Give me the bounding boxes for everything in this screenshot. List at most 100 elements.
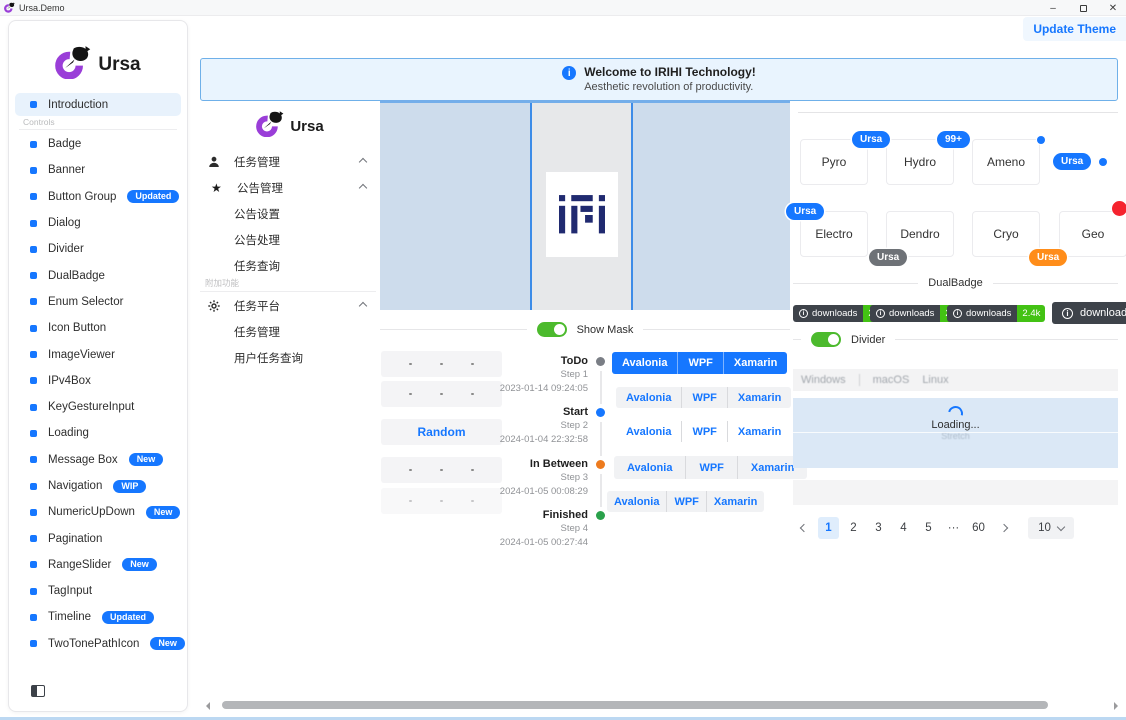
- sidebar-item-loading[interactable]: Loading: [9, 420, 187, 446]
- ursa-logo-icon: [55, 46, 91, 84]
- sidebar-collapse-icon[interactable]: [31, 685, 45, 697]
- viewer-mask-left: [380, 103, 530, 310]
- sidebar-item-keygestureinput[interactable]: KeyGestureInput: [9, 394, 187, 420]
- octet-dot: [440, 469, 443, 472]
- show-mask-toggle[interactable]: [537, 322, 567, 337]
- avalonia-button[interactable]: Avalonia: [616, 421, 681, 442]
- avalonia-button[interactable]: Avalonia: [607, 491, 666, 512]
- sidebar-item-introduction[interactable]: Introduction: [15, 93, 181, 116]
- page-button-3[interactable]: 3: [868, 517, 889, 539]
- sidebar-section-label: Controls: [23, 117, 55, 127]
- sidebar-item-navigation[interactable]: NavigationWIP: [9, 473, 187, 499]
- sidebar-item-message-box[interactable]: Message BoxNew: [9, 447, 187, 473]
- bullet-icon: [30, 561, 37, 568]
- count-badge: 99+: [937, 131, 970, 148]
- dual-badge-left-label: downloads: [966, 308, 1011, 319]
- tab-windows[interactable]: Windows: [801, 374, 846, 386]
- divider-toggle[interactable]: [811, 332, 841, 347]
- sidebar-item-label: ImageViewer: [48, 349, 115, 361]
- page-button-2[interactable]: 2: [843, 517, 864, 539]
- page-ellipsis[interactable]: ···: [943, 517, 964, 539]
- menu-item-task-query[interactable]: 任务查询: [200, 254, 378, 278]
- maximize-button[interactable]: [1072, 0, 1094, 16]
- menu-group-task-management[interactable]: 任务管理: [200, 150, 378, 174]
- bullet-icon: [30, 535, 37, 542]
- sidebar-item-dualbadge[interactable]: DualBadge: [9, 262, 187, 288]
- wpf-button[interactable]: WPF: [681, 421, 726, 442]
- pagination: 1 2 3 4 5 ··· 60 10: [793, 517, 1074, 539]
- page-size-select[interactable]: 10: [1028, 517, 1074, 539]
- menu-item-user-task-query[interactable]: 用户任务查询: [200, 346, 378, 370]
- menu-item-announcement-settings[interactable]: 公告设置: [200, 202, 378, 226]
- wpf-button[interactable]: WPF: [685, 456, 736, 479]
- bullet-icon: [30, 588, 37, 595]
- viewer-crop-left-line[interactable]: [530, 103, 532, 310]
- nav-demo-logo: Ursa: [200, 110, 380, 142]
- sidebar-item-timeline[interactable]: TimelineUpdated: [9, 604, 187, 630]
- sidebar-item-pagination[interactable]: Pagination: [9, 525, 187, 551]
- button-group-borderless: Avalonia WPF Xamarin: [616, 421, 791, 442]
- dual-badge-right: 2.4k: [1017, 305, 1045, 322]
- viewer-crop-right-line[interactable]: [631, 103, 633, 310]
- timeline-step: Step 3: [473, 471, 588, 485]
- timeline-dot-todo: [596, 357, 605, 366]
- page-button-4[interactable]: 4: [893, 517, 914, 539]
- close-button[interactable]: ✕: [1102, 0, 1124, 16]
- dot-badge: [1037, 136, 1045, 144]
- wpf-button[interactable]: WPF: [666, 491, 705, 512]
- scroll-left-arrow[interactable]: [202, 702, 210, 710]
- avalonia-button[interactable]: Avalonia: [614, 456, 685, 479]
- minimize-button[interactable]: –: [1042, 0, 1064, 16]
- sidebar-item-rangeslider[interactable]: RangeSliderNew: [9, 552, 187, 578]
- sidebar-item-banner[interactable]: Banner: [9, 157, 187, 183]
- xamarin-button[interactable]: Xamarin: [706, 491, 764, 512]
- scroll-right-arrow[interactable]: [1114, 702, 1122, 710]
- menu-item-label: 公告设置: [234, 206, 280, 222]
- sidebar-item-imageviewer[interactable]: ImageViewer: [9, 341, 187, 367]
- bullet-icon: [30, 272, 37, 279]
- timeline-entry-start: Start Step 2 2024-01-04 22:32:58: [473, 406, 588, 446]
- status-badge: Updated: [127, 190, 179, 203]
- sidebar-item-badge[interactable]: Badge: [9, 131, 187, 157]
- sidebar-item-numericupdown[interactable]: NumericUpDownNew: [9, 499, 187, 525]
- menu-group-announcement[interactable]: ★ 公告管理: [200, 176, 378, 200]
- menu-item-announcement-handling[interactable]: 公告处理: [200, 228, 378, 252]
- page-button-1[interactable]: 1: [818, 517, 839, 539]
- sidebar-item-button-group[interactable]: Button GroupUpdated: [9, 184, 187, 210]
- sidebar-section-divider: [19, 129, 177, 130]
- prev-page-button[interactable]: [793, 517, 814, 539]
- wpf-button[interactable]: WPF: [681, 387, 726, 408]
- timeline-step: Step 2: [473, 419, 588, 433]
- card-label: Pyro: [822, 155, 847, 169]
- tab-linux[interactable]: Linux: [922, 374, 948, 386]
- banner-subtitle: Aesthetic revolution of productivity.: [584, 80, 756, 95]
- next-page-button[interactable]: [993, 517, 1014, 539]
- page-button-5[interactable]: 5: [918, 517, 939, 539]
- wpf-button[interactable]: WPF: [677, 352, 722, 374]
- sidebar-item-dialog[interactable]: Dialog: [9, 210, 187, 236]
- sidebar-item-enum-selector[interactable]: Enum Selector: [9, 289, 187, 315]
- xamarin-button[interactable]: Xamarin: [727, 421, 791, 442]
- sidebar-item-icon-button[interactable]: Icon Button: [9, 315, 187, 341]
- ursa-badge-topleft: Ursa: [786, 203, 824, 220]
- divider-line: [793, 339, 801, 340]
- tab-macos[interactable]: macOS: [873, 374, 910, 386]
- xamarin-button[interactable]: Xamarin: [727, 387, 791, 408]
- avalonia-button[interactable]: Avalonia: [616, 387, 681, 408]
- image-viewer[interactable]: [380, 103, 790, 310]
- horizontal-scrollbar-thumb[interactable]: [222, 701, 1048, 709]
- page-button-60[interactable]: 60: [968, 517, 989, 539]
- divider-demo-label: Divider: [851, 334, 885, 346]
- sidebar-item-taginput[interactable]: TagInput: [9, 578, 187, 604]
- banner-title: Welcome to IRIHI Technology!: [584, 65, 756, 80]
- menu-item-task-management[interactable]: 任务管理: [200, 320, 378, 344]
- avalonia-button[interactable]: Avalonia: [612, 352, 677, 374]
- menu-group-task-platform[interactable]: 任务平台: [200, 294, 378, 318]
- chevron-up-icon: [359, 184, 367, 192]
- sidebar-item-twotonepathicon[interactable]: TwoTonePathIconNew: [9, 631, 187, 657]
- xamarin-button[interactable]: Xamarin: [723, 352, 787, 374]
- sidebar-item-ipv4box[interactable]: IPv4Box: [9, 368, 187, 394]
- update-theme-button[interactable]: Update Theme: [1023, 17, 1126, 41]
- sidebar-item-divider[interactable]: Divider: [9, 236, 187, 262]
- bullet-icon: [30, 193, 37, 200]
